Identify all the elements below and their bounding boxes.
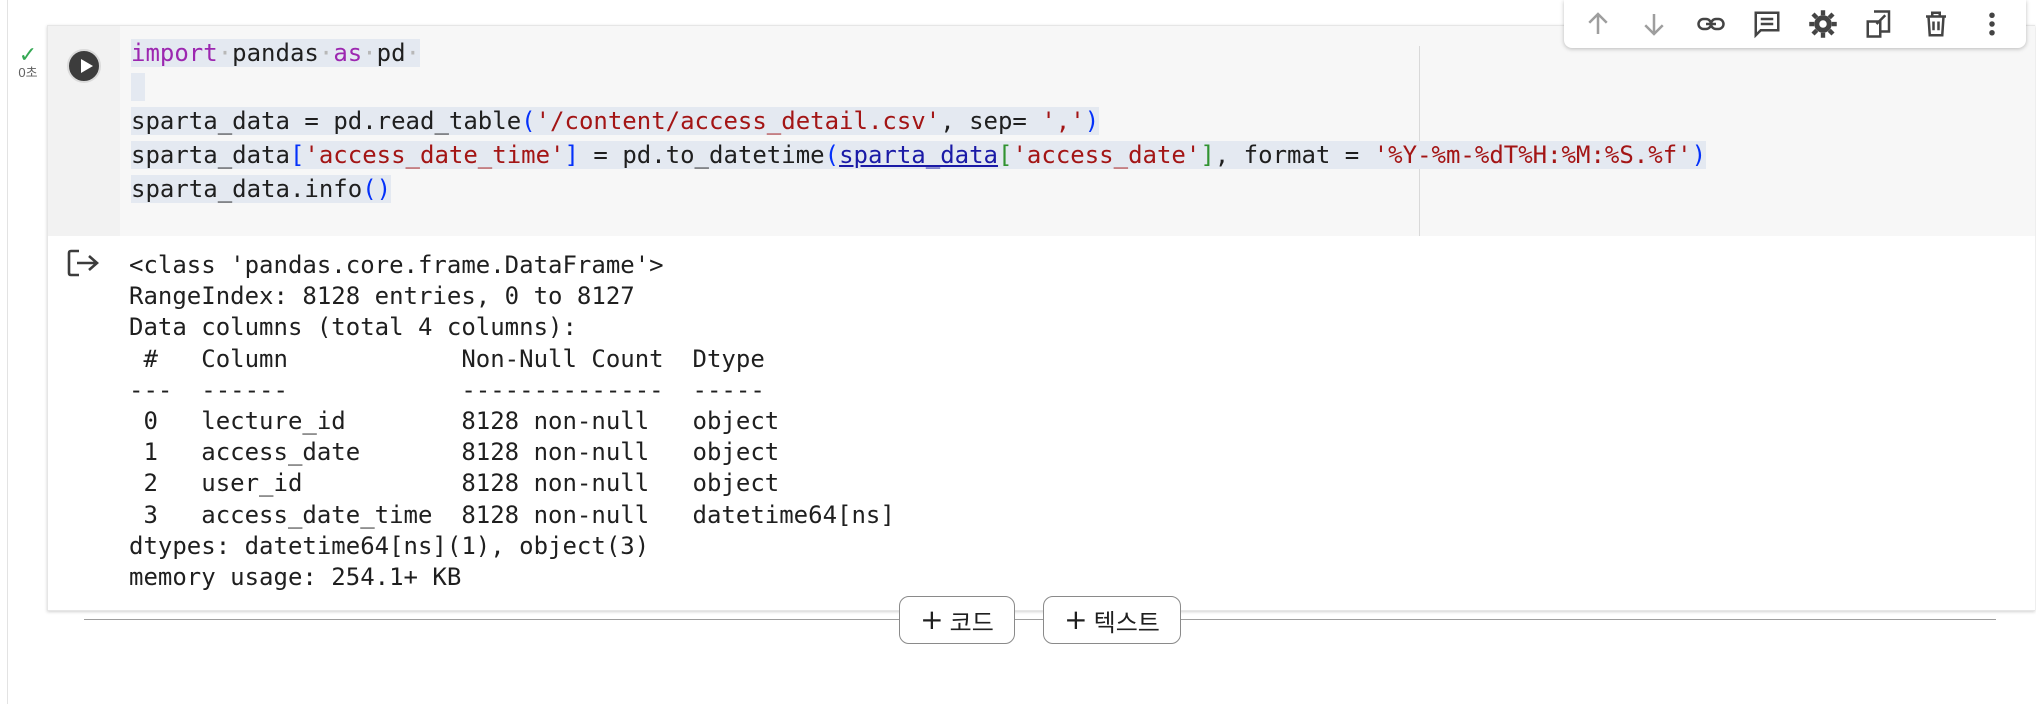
add-text-button[interactable]: + 텍스트 [1043, 596, 1181, 644]
module-name: pandas [232, 39, 319, 67]
add-code-button[interactable]: + 코드 [899, 596, 1015, 644]
output-line: 2 user_id 8128 non-null object [129, 469, 780, 498]
execution-time: 0초 [18, 65, 38, 80]
output-line: # Column Non-Null Count Dtype [129, 344, 765, 373]
code-cell[interactable]: import·pandas·as·pd· sparta_data = pd.re… [47, 25, 2035, 611]
var-sparta-data-ref: sparta_data [839, 141, 999, 169]
call-to-datetime: pd.to_datetime [622, 141, 825, 169]
module-alias: pd [376, 39, 406, 67]
paren-open: ( [824, 141, 840, 169]
add-cell-divider [84, 619, 1996, 620]
output-line: RangeIndex: 8128 entries, 0 to 8127 [129, 282, 635, 311]
comment-icon[interactable] [1747, 4, 1787, 44]
bracket-close: ] [1200, 141, 1215, 169]
call-read-table: pd.read_table [333, 107, 522, 135]
keyword-as: as [333, 39, 363, 67]
link-icon[interactable] [1691, 4, 1731, 44]
operator-assign: = [289, 107, 334, 135]
code-area: import·pandas·as·pd· sparta_data = pd.re… [48, 26, 2035, 236]
string-key: 'access_date_time' [304, 141, 565, 169]
more-icon[interactable] [1972, 4, 2012, 44]
add-code-label: 코드 [949, 608, 994, 637]
operator-assign: = [578, 141, 623, 169]
string-path: '/content/access_detail.csv' [535, 107, 941, 135]
output-line: dtypes: datetime64[ns](1), object(3) [129, 531, 650, 560]
output-line: --- ------ -------------- ----- [129, 375, 765, 404]
bracket-open: [ [289, 141, 305, 169]
string-format: '%Y-%m-%dT%H:%M:%S.%f' [1373, 141, 1692, 169]
output-line: 0 lecture_id 8128 non-null object [129, 406, 780, 435]
run-cell-button[interactable] [67, 49, 101, 83]
paren-close: ) [1084, 107, 1100, 135]
var-sparta-data: sparta_data [131, 107, 290, 135]
output-line: 3 access_date_time 8128 non-null datetim… [129, 500, 895, 529]
left-rule [7, 0, 8, 704]
cell-toolbar [1564, 0, 2026, 48]
code-line-3: sparta_data = pd.read_table('/content/ac… [131, 104, 1706, 138]
output-line: Data columns (total 4 columns): [129, 313, 577, 342]
bracket-open: [ [998, 141, 1013, 169]
arg-format: , format = [1214, 141, 1374, 169]
add-text-label: 텍스트 [1093, 608, 1160, 637]
code-line-2 [131, 70, 1706, 104]
execution-status: ✓ 0초 [14, 44, 42, 80]
cell-gutter [48, 26, 120, 236]
parens: () [362, 175, 392, 203]
output-line: memory usage: 254.1+ KB [129, 562, 462, 591]
plus-icon: + [920, 603, 944, 636]
arg-sep: , sep= [940, 107, 1042, 135]
code-line-4: sparta_data['access_date_time'] = pd.to_… [131, 138, 1707, 172]
string-sep: ',' [1041, 107, 1085, 135]
call-info: sparta_data.info [131, 175, 363, 203]
code-line-1: import·pandas·as·pd· [131, 39, 421, 67]
var-sparta-data: sparta_data [131, 141, 290, 169]
delete-icon[interactable] [1916, 4, 1956, 44]
paren-open: ( [521, 107, 536, 135]
keyword-import: import [131, 39, 218, 67]
settings-icon[interactable] [1803, 4, 1843, 44]
code-line-5: sparta_data.info() [131, 172, 1706, 206]
mirror-cell-icon[interactable] [1859, 4, 1899, 44]
paren-close: ) [1691, 141, 1707, 169]
check-icon: ✓ [18, 42, 38, 67]
move-down-icon[interactable] [1634, 4, 1674, 44]
output-line: 1 access_date 8128 non-null object [129, 438, 780, 467]
string-key: 'access_date' [1012, 141, 1201, 169]
output-line: <class 'pandas.core.frame.DataFrame'> [129, 251, 664, 279]
output-actions-icon[interactable] [67, 248, 101, 278]
plus-icon: + [1064, 603, 1088, 636]
bracket-close: ] [564, 141, 579, 169]
cell-output: <class 'pandas.core.frame.DataFrame'> Ran… [129, 250, 895, 593]
move-up-icon[interactable] [1578, 4, 1618, 44]
code-text[interactable]: import·pandas·as·pd· sparta_data = pd.re… [131, 36, 1707, 206]
